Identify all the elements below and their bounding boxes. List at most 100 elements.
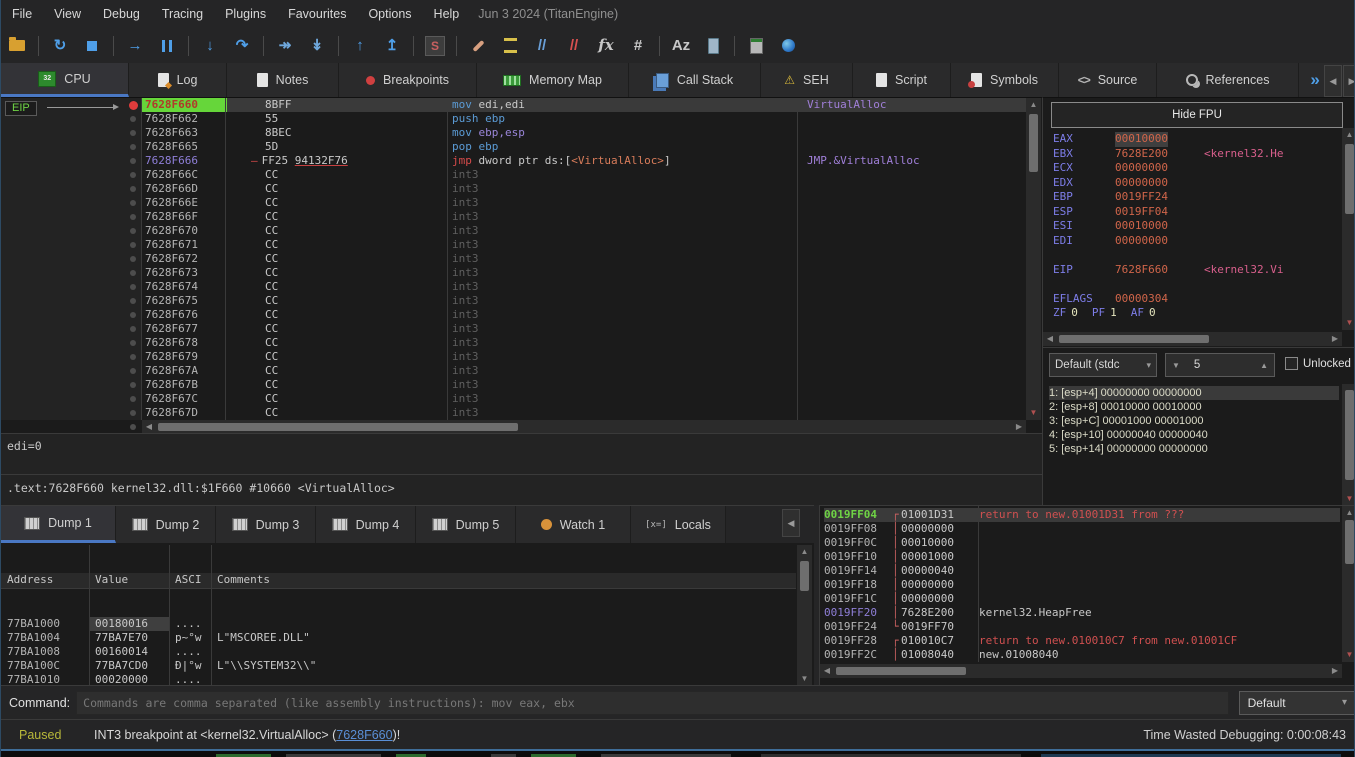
breakpoint-dot[interactable] xyxy=(125,98,141,112)
dump-row[interactable]: 77BA100000180016.... xyxy=(1,617,796,631)
register-row[interactable]: EIP7628F660<kernel32.Vi xyxy=(1053,263,1339,278)
disassembly-row[interactable]: 7628F6638BECmov ebp,esp xyxy=(142,126,1026,140)
registers-pane[interactable]: Hide FPU EAX00010000EBX7628E200<kernel32… xyxy=(1042,97,1355,347)
calculator-button[interactable] xyxy=(741,32,771,60)
breakpoint-dot[interactable] xyxy=(125,308,141,322)
dump-rows[interactable]: 77BA100000180016....77BA100477BA7E70p~°w… xyxy=(1,617,796,686)
disassembly-rows[interactable]: 7628F6608BFFmov edi,ediVirtualAlloc7628F… xyxy=(142,98,1026,420)
dump-header-ascii[interactable]: ASCI xyxy=(169,573,211,588)
breakpoint-dot[interactable] xyxy=(125,364,141,378)
argument-row[interactable]: 3: [esp+C] 00001000 00001000 xyxy=(1049,414,1339,428)
disassembly-row[interactable]: 7628F67DCCint3 xyxy=(142,406,1026,420)
tab-references[interactable]: References xyxy=(1157,63,1299,97)
calling-convention-select[interactable]: Default (stdc xyxy=(1049,353,1157,377)
register-row[interactable]: ZF0PF1AF0 xyxy=(1053,306,1339,321)
dump-header-address[interactable]: Address xyxy=(1,573,89,588)
breakpoint-dot[interactable] xyxy=(125,336,141,350)
breakpoint-dot[interactable] xyxy=(125,154,141,168)
step-over-button[interactable]: ↷ xyxy=(227,32,257,60)
stack-row[interactable]: 0019FF20│7628E200kernel32.HeapFree xyxy=(824,606,1340,620)
disassembly-row[interactable]: 7628F66CCCint3 xyxy=(142,168,1026,182)
trace-into-button[interactable]: ↠ xyxy=(270,32,300,60)
trace-over-button[interactable]: ↡ xyxy=(302,32,332,60)
register-row[interactable]: EBX7628E200<kernel32.He xyxy=(1053,147,1339,162)
dump-header-comments[interactable]: Comments xyxy=(211,573,796,588)
stack-row[interactable]: 0019FF10│00001000 xyxy=(824,550,1340,564)
register-row[interactable]: ESI00010000 xyxy=(1053,219,1339,234)
breakpoint-dot[interactable] xyxy=(125,112,141,126)
hide-fpu-button[interactable]: Hide FPU xyxy=(1051,102,1343,128)
dump-row[interactable]: 77BA100477BA7E70p~°wL"MSCOREE.DLL" xyxy=(1,631,796,645)
breakpoint-dot[interactable] xyxy=(125,210,141,224)
disassembly-row[interactable]: 7628F67BCCint3 xyxy=(142,378,1026,392)
stack-row[interactable]: 0019FF18│00000000 xyxy=(824,578,1340,592)
disassembly-hscrollbar[interactable]: ◀ ▶ xyxy=(142,420,1026,434)
disassembly-row[interactable]: 7628F675CCint3 xyxy=(142,294,1026,308)
dump-pane[interactable]: Dump 1Dump 2Dump 3Dump 4Dump 5Watch 1[x=… xyxy=(1,505,814,685)
command-profile-select[interactable]: Default xyxy=(1239,691,1355,715)
tab-source[interactable]: <>Source xyxy=(1059,63,1157,97)
disassembly-row[interactable]: 7628F66FCCint3 xyxy=(142,210,1026,224)
register-row[interactable]: EDX00000000 xyxy=(1053,176,1339,191)
pause-button[interactable] xyxy=(152,32,182,60)
stop-debug-button[interactable] xyxy=(77,32,107,60)
breakpoint-address-link[interactable]: 7628F660 xyxy=(336,728,392,742)
dump-tab-dump-1[interactable]: Dump 1 xyxy=(1,506,116,543)
trace-coverage-into-button[interactable]: // xyxy=(527,32,557,60)
breakpoint-dot[interactable] xyxy=(125,252,141,266)
stack-row[interactable]: 0019FF08│00000000 xyxy=(824,522,1340,536)
menu-item-options[interactable]: Options xyxy=(357,7,422,21)
argument-row[interactable]: 5: [esp+14] 00000000 00000000 xyxy=(1049,442,1339,456)
disassembly-vscrollbar[interactable]: ▲ ▼ xyxy=(1026,98,1041,420)
modules-device-button[interactable] xyxy=(698,32,728,60)
breakpoint-dot[interactable] xyxy=(125,420,141,434)
tab-seh[interactable]: ⚠SEH xyxy=(761,63,853,97)
tab-symbols[interactable]: Symbols xyxy=(951,63,1059,97)
patch-button[interactable] xyxy=(463,32,493,60)
stack-pane[interactable]: 0019FF04┌01001D31return to new.01001D31 … xyxy=(819,505,1355,685)
register-row[interactable]: EFLAGS00000304 xyxy=(1053,292,1339,307)
disassembly-row[interactable]: 7628F677CCint3 xyxy=(142,322,1026,336)
dump-tab-dump-5[interactable]: Dump 5 xyxy=(416,506,516,543)
register-row[interactable]: EAX00010000 xyxy=(1053,132,1339,147)
disassembly-row[interactable]: 7628F678CCint3 xyxy=(142,336,1026,350)
breakpoint-dot[interactable] xyxy=(125,350,141,364)
disassembly-row[interactable]: 7628F671CCint3 xyxy=(142,238,1026,252)
disassembly-row[interactable]: 7628F676CCint3 xyxy=(142,308,1026,322)
run-button[interactable]: → xyxy=(120,32,150,60)
stack-rows[interactable]: 0019FF04┌01001D31return to new.01001D31 … xyxy=(824,508,1340,662)
stack-row[interactable]: 0019FF14│00000040 xyxy=(824,564,1340,578)
menu-item-favourites[interactable]: Favourites xyxy=(277,7,357,21)
register-row[interactable]: ESP0019FF04 xyxy=(1053,205,1339,220)
dump-header-value[interactable]: Value xyxy=(89,573,169,588)
dump-row[interactable]: 77BA100800160014.... xyxy=(1,645,796,659)
dump-row[interactable]: 77BA100C77BA7CD0Ð|°wL"\\SYSTEM32\\" xyxy=(1,659,796,673)
tab-memory-map[interactable]: Memory Map xyxy=(477,63,629,97)
breakpoint-dot[interactable] xyxy=(125,266,141,280)
internet-globe-button[interactable] xyxy=(773,32,803,60)
menu-item-file[interactable]: File xyxy=(1,7,43,21)
dump-tab-dump-4[interactable]: Dump 4 xyxy=(316,506,416,543)
stack-row[interactable]: 0019FF28┌010010C7return to new.010010C7 … xyxy=(824,634,1340,648)
menu-item-tracing[interactable]: Tracing xyxy=(151,7,214,21)
tab-breakpoints[interactable]: Breakpoints xyxy=(339,63,477,97)
breakpoint-dot[interactable] xyxy=(125,392,141,406)
stack-row[interactable]: 0019FF0C│00010000 xyxy=(824,536,1340,550)
step-out-button[interactable]: ↑ xyxy=(345,32,375,60)
breakpoint-dot[interactable] xyxy=(125,126,141,140)
tab-call-stack[interactable]: Call Stack xyxy=(629,63,761,97)
patches-hash-button[interactable]: # xyxy=(623,32,653,60)
breakpoint-dot[interactable] xyxy=(125,280,141,294)
stack-row[interactable]: 0019FF24└0019FF70 xyxy=(824,620,1340,634)
disassembly-row[interactable]: 7628F679CCint3 xyxy=(142,350,1026,364)
argument-row[interactable]: 4: [esp+10] 00000040 00000040 xyxy=(1049,428,1339,442)
breakpoint-dot[interactable] xyxy=(125,294,141,308)
stack-vscrollbar[interactable]: ▲ ▼ xyxy=(1342,506,1355,662)
breakpoint-dot[interactable] xyxy=(125,168,141,182)
argument-count-spinner[interactable]: ▼5▲ xyxy=(1165,353,1275,377)
command-input[interactable] xyxy=(76,691,1228,715)
disassembly-row[interactable]: 7628F672CCint3 xyxy=(142,252,1026,266)
argument-row[interactable]: 2: [esp+8] 00010000 00010000 xyxy=(1049,400,1339,414)
checkbox-box-icon[interactable] xyxy=(1285,357,1298,370)
breakpoint-dot[interactable] xyxy=(125,238,141,252)
